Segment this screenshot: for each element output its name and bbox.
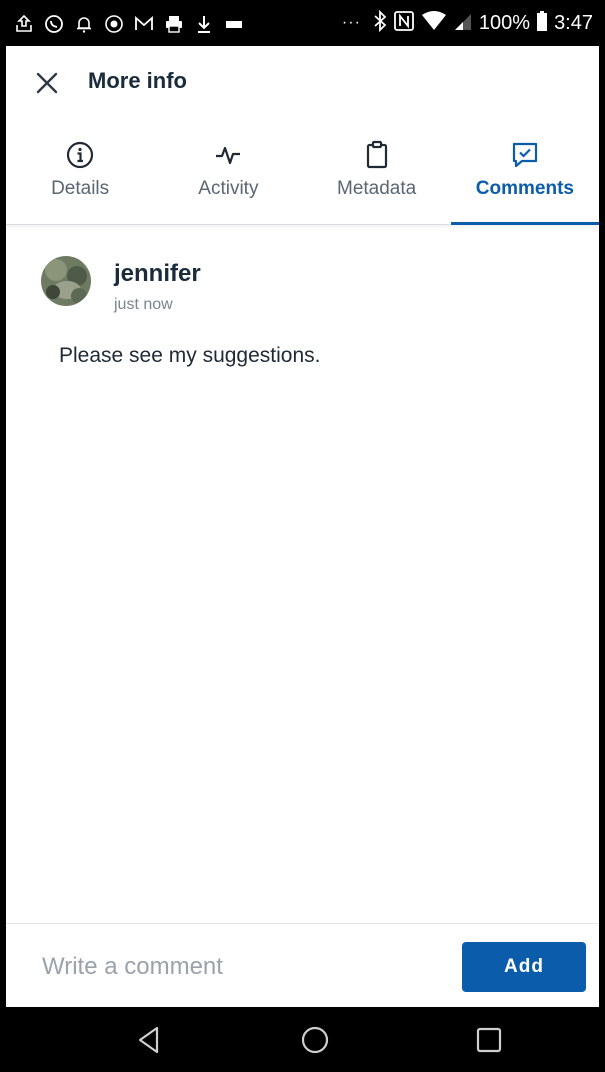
system-nav-bar (6, 1007, 599, 1072)
notification-icons (14, 12, 244, 36)
battery-icon (536, 10, 548, 37)
app-screen: ··· 100% 3:47 More info Details Activity… (6, 0, 599, 1072)
nfc-tag-icon (224, 14, 244, 34)
download-icon (194, 14, 214, 34)
tab-label: Details (51, 178, 110, 199)
tab-bar: Details Activity Metadata Comments (6, 128, 599, 225)
tab-details[interactable]: Details (6, 128, 154, 224)
tab-label: Comments (475, 178, 574, 199)
back-button[interactable] (132, 1023, 166, 1057)
clipboard-icon (362, 140, 392, 170)
home-icon (301, 1026, 329, 1054)
status-bar: ··· 100% 3:47 (6, 0, 599, 46)
battery-percent: 100% (478, 11, 531, 34)
bell-icon (74, 14, 94, 34)
wifi-icon (421, 10, 447, 37)
cell-signal-icon (453, 10, 473, 37)
avatar[interactable] (41, 256, 91, 306)
comment-composer: Add (6, 923, 599, 1008)
recents-icon (476, 1027, 502, 1053)
tab-metadata[interactable]: Metadata (303, 128, 451, 224)
page-title: More info (88, 68, 187, 93)
radio-record-icon (104, 14, 124, 34)
app-bar: More info (6, 46, 599, 118)
tab-comments[interactable]: Comments (450, 128, 599, 225)
printer-icon (164, 14, 184, 34)
tab-label: Activity (198, 178, 259, 199)
more-notifications-indicator: ··· (341, 14, 361, 31)
home-button[interactable] (298, 1023, 332, 1057)
upload-icon (14, 14, 34, 34)
add-button[interactable]: Add (462, 942, 586, 992)
comment-check-icon (510, 140, 540, 170)
gmail-icon (134, 14, 154, 34)
comment-author: jennifer (114, 260, 201, 287)
whatsapp-icon (44, 14, 64, 34)
activity-icon (213, 140, 243, 170)
comment-timestamp: just now (114, 296, 173, 313)
comment-input[interactable] (40, 946, 424, 988)
recents-button[interactable] (472, 1023, 506, 1057)
bluetooth-icon (373, 9, 387, 37)
system-status: ··· 100% 3:47 (341, 9, 593, 37)
close-button[interactable] (32, 68, 62, 98)
comment-text: Please see my suggestions. (59, 344, 321, 367)
tab-label: Metadata (337, 178, 417, 199)
close-icon (36, 72, 58, 94)
nfc-icon (393, 10, 415, 37)
clock: 3:47 (554, 11, 593, 34)
info-icon (65, 140, 95, 170)
tab-activity[interactable]: Activity (154, 128, 302, 224)
back-icon (138, 1026, 159, 1054)
